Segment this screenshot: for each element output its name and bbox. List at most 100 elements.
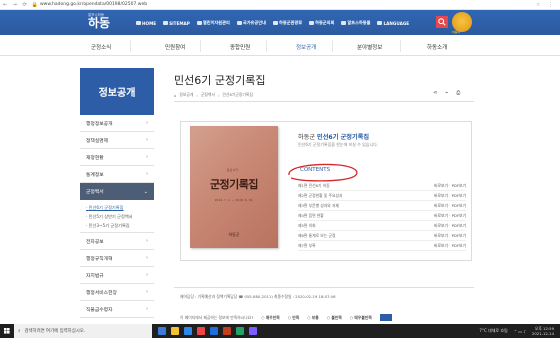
- sidebar-item-white-paper[interactable]: 군정백서 ⌄: [80, 183, 154, 200]
- toc-row: 제5편 의회 바로보기 · PDF보기: [298, 221, 466, 231]
- page-tools: ⋖ ⌁ ⎙: [433, 90, 460, 96]
- browser-actions-icons[interactable]: ☆ ⋮: [536, 2, 556, 8]
- word-icon[interactable]: [210, 327, 218, 335]
- page-meta-info: 제어담당 : 기획예산과 정책기획담당 ☎ 055-880-2011) 최종수정…: [180, 294, 336, 299]
- contents-heading: CONTENTS: [300, 167, 331, 173]
- top-menu-link-3[interactable]: 하동군관광로: [272, 20, 302, 26]
- sidebar-sub-item-5th[interactable]: · 민선5기 상반기 군정백서: [86, 212, 154, 221]
- task-view-icon[interactable]: [158, 327, 166, 335]
- top-menu-home[interactable]: HOME: [136, 20, 156, 26]
- sidebar-item-admin-info[interactable]: 행정정보공개 ›: [80, 115, 154, 132]
- view-links[interactable]: 바로보기 · PDF보기: [434, 233, 466, 239]
- link-icon: [236, 21, 242, 25]
- survey-option[interactable]: ○ 불만족: [327, 315, 342, 321]
- top-menu-link-1[interactable]: 열린이자원관리: [196, 20, 230, 26]
- top-menu-sitemap[interactable]: SITEMAP: [163, 20, 190, 26]
- page-title: 민선6기 군정기록집: [174, 74, 266, 87]
- home-icon: [136, 21, 141, 25]
- survey-option[interactable]: ○ 매우불만족: [350, 315, 372, 321]
- system-tray: 7°C 대체로 흐림 ⌃ ▭ ♪ 오후 12:59 2021-12-14: [479, 326, 560, 336]
- survey-option[interactable]: ○ 보통: [307, 315, 319, 321]
- view-links[interactable]: 바로보기 · PDF보기: [434, 243, 466, 249]
- nav-item-field-info[interactable]: 분야별정보: [357, 43, 382, 51]
- powerpoint-icon[interactable]: [223, 327, 231, 335]
- clock[interactable]: 오후 12:59 2021-12-14: [532, 326, 554, 336]
- chevron-right-icon: ›: [146, 154, 148, 160]
- browser-url-bar: ← → ⟳ 🔒 www.hadong.go.kr/opendata/00198/…: [0, 0, 560, 10]
- chevron-right-icon: ›: [146, 306, 148, 312]
- sidebar-item-policy[interactable]: 정책실명제 ›: [80, 132, 154, 149]
- sidebar-item-rules[interactable]: 행정규칙개혁 ›: [80, 250, 154, 267]
- survey-option[interactable]: ○ 만족: [288, 315, 300, 321]
- globe-icon: [377, 21, 383, 25]
- chevron-right-icon: ›: [146, 120, 148, 126]
- toc-row: 제7편 부록 바로보기 · PDF보기: [298, 241, 466, 251]
- chevron-right-icon: ›: [146, 272, 148, 278]
- breadcrumb-item[interactable]: 민선6기군정기록집: [222, 92, 252, 98]
- excel-icon[interactable]: [236, 327, 244, 335]
- sidebar-sub-item-6th[interactable]: · 민선6기 군정기록집: [86, 203, 154, 212]
- sitemap-icon: [163, 21, 169, 25]
- chrome-icon[interactable]: [197, 327, 205, 335]
- chevron-right-icon: ›: [146, 137, 148, 143]
- book-subtitle: 민선 6기: [226, 168, 238, 172]
- top-menu-link-5[interactable]: 알프스하동몰: [341, 20, 370, 26]
- sidebar-item-charter[interactable]: 행정서비스헌장 ›: [80, 284, 154, 301]
- tray-icons[interactable]: ⌃ ▭ ♪: [514, 329, 526, 334]
- link-icon: [196, 21, 202, 25]
- view-links[interactable]: 바로보기 · PDF보기: [434, 183, 466, 189]
- nav-item-civil-service[interactable]: 종합민원: [230, 43, 250, 51]
- taskbar-search[interactable]: ⌕ 검색하려면 여기에 입력하십시오.: [14, 324, 152, 338]
- print-icon[interactable]: ⎙: [456, 90, 460, 96]
- survey-option[interactable]: ○ 매우만족: [261, 315, 280, 321]
- weather-text[interactable]: 7°C 대체로 흐림: [479, 328, 507, 334]
- sidebar-title: 정보공개: [80, 68, 154, 115]
- nav-item-info-disclosure[interactable]: 정보공개: [296, 43, 316, 51]
- file-explorer-icon[interactable]: [171, 327, 179, 335]
- mascot-label: 하동이: [452, 30, 461, 34]
- browser-nav-icons[interactable]: ← → ⟳: [3, 2, 29, 8]
- nav-item-participation[interactable]: 민원참여: [165, 43, 185, 51]
- satisfaction-survey: 이 페이지에서 제공하는 정보에 만족하시나요? ○ 매우만족 ○ 만족 ○ 보…: [180, 314, 392, 321]
- site-logo[interactable]: 하동: [88, 14, 110, 31]
- document-title: 하동군 민선6기 군정기록집: [298, 134, 370, 141]
- sidebar-sub-item-3-5th[interactable]: · 민선3~5기 군정기록집: [86, 221, 154, 230]
- mascot-image: [452, 12, 472, 32]
- site-search-button[interactable]: [436, 16, 448, 28]
- top-menu-link-4[interactable]: 하동군의회: [309, 20, 334, 26]
- chevron-down-icon: ⌄: [143, 188, 148, 195]
- link-icon: [272, 21, 278, 25]
- edge-icon[interactable]: [184, 327, 192, 335]
- home-icon[interactable]: ⌂: [174, 93, 176, 98]
- windows-icon: [4, 328, 10, 334]
- view-links[interactable]: 바로보기 · PDF보기: [434, 223, 466, 229]
- top-menu-link-2[interactable]: 국가유공안내: [236, 20, 266, 26]
- site-header: 알프스하동 하동 HOME SITEMAP 열린이자원관리 국가유공안내 하동군…: [0, 10, 560, 35]
- contents-list: 제1편 민선6기 하동 바로보기 · PDF보기 제2편 군정현황 및 주요성과 바…: [298, 181, 466, 251]
- view-links[interactable]: 바로보기 · PDF보기: [434, 213, 466, 219]
- survey-submit-button[interactable]: [379, 314, 392, 321]
- sidebar-item-statistics[interactable]: 통계정보 ›: [80, 166, 154, 183]
- windows-taskbar: ⌕ 검색하려면 여기에 입력하십시오. 7°C 대체로 흐림 ⌃ ▭ ♪ 오후 …: [0, 324, 560, 338]
- url-field[interactable]: www.hadong.go.kr/opendata/00198/02507.we…: [40, 2, 147, 7]
- toc-row: 제1편 민선6기 하동 바로보기 · PDF보기: [298, 181, 466, 191]
- top-menu-language[interactable]: LANGUAGE: [377, 20, 409, 26]
- sidebar-sub-list: · 민선6기 군정기록집 · 민선5기 상반기 군정백서 · 민선3~5기 군정…: [80, 200, 154, 233]
- breadcrumb-item[interactable]: 군정백서: [201, 92, 215, 98]
- link-copy-icon[interactable]: ⌁: [445, 90, 448, 96]
- start-button[interactable]: [0, 324, 14, 338]
- nav-item-news[interactable]: 군정소식: [91, 43, 111, 51]
- sidebar-item-ordinance[interactable]: 자치법규 ›: [80, 267, 154, 284]
- chevron-right-icon: ›: [146, 238, 148, 244]
- nav-item-about[interactable]: 하동소개: [427, 43, 447, 51]
- sidebar-item-gazette[interactable]: 전자공보 ›: [80, 233, 154, 250]
- sidebar-item-finance[interactable]: 재정현황 ›: [80, 149, 154, 166]
- book-publisher: 하동군: [228, 232, 240, 237]
- app-icon[interactable]: [249, 327, 257, 335]
- share-icon[interactable]: ⋖: [433, 90, 437, 96]
- sidebar-item-subsidy[interactable]: 직불금수령자 ›: [80, 301, 154, 318]
- breadcrumb-item[interactable]: 정보공개: [179, 92, 193, 98]
- taskbar-apps: [158, 327, 257, 335]
- view-links[interactable]: 바로보기 · PDF보기: [434, 193, 466, 199]
- view-links[interactable]: 바로보기 · PDF보기: [434, 203, 466, 209]
